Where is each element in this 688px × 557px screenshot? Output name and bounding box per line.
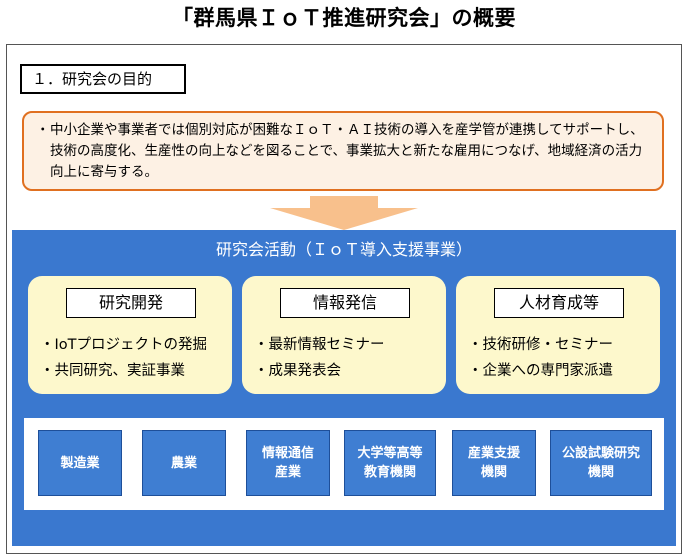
pillar-information: 情報発信 ・最新情報セミナー ・成果発表会 (242, 276, 446, 394)
pillar-title: 研究開発 (66, 288, 196, 318)
purpose-text: 中小企業や事業者では個別対応が困難なＩｏＴ・ＡＩ技術の導入を産学管が連携してサポ… (50, 122, 644, 180)
pillar-item: ・最新情報セミナー (254, 337, 385, 353)
sector-public-labs: 公設試験研究 機関 (550, 430, 652, 496)
section-heading: １．研究会の目的 (20, 64, 186, 94)
purpose-bullet: ・ (36, 122, 50, 138)
sector-industry-support: 産業支援 機関 (452, 430, 536, 496)
pillar-item: ・成果発表会 (254, 363, 341, 379)
sector-agriculture: 農業 (142, 430, 226, 496)
pillar-item: ・共同研究、実証事業 (40, 363, 185, 379)
sector-ict-industry: 情報通信 産業 (246, 430, 330, 496)
pillar-item: ・企業への専門家派遣 (468, 363, 613, 379)
pillar-title: 人材育成等 (494, 288, 624, 318)
pillar-training: 人材育成等 ・技術研修・セミナー ・企業への専門家派遣 (456, 276, 660, 394)
activity-panel: 研究会活動（ＩｏＴ導入支援事業） 研究開発 ・IoTプロジェクトの発掘 ・共同研… (12, 230, 676, 546)
pillar-item: ・技術研修・セミナー (468, 337, 613, 353)
purpose-box: ・ 中小企業や事業者では個別対応が困難なＩｏＴ・ＡＩ技術の導入を産学管が連携して… (22, 111, 664, 191)
page-title: 「群馬県ＩｏＴ推進研究会」の概要 (172, 6, 516, 30)
sector-strip: 製造業 農業 情報通信 産業 大学等高等 教育機関 産業支援 機関 公設試験研究… (24, 418, 664, 510)
pillar-research: 研究開発 ・IoTプロジェクトの発掘 ・共同研究、実証事業 (28, 276, 232, 394)
sector-universities: 大学等高等 教育機関 (344, 430, 436, 496)
down-arrow-icon (270, 196, 418, 230)
pillar-title: 情報発信 (280, 288, 410, 318)
activity-title: 研究会活動（ＩｏＴ導入支援事業） (215, 240, 472, 259)
sector-manufacturing: 製造業 (38, 430, 122, 496)
pillar-item: ・IoTプロジェクトの発掘 (40, 337, 208, 353)
